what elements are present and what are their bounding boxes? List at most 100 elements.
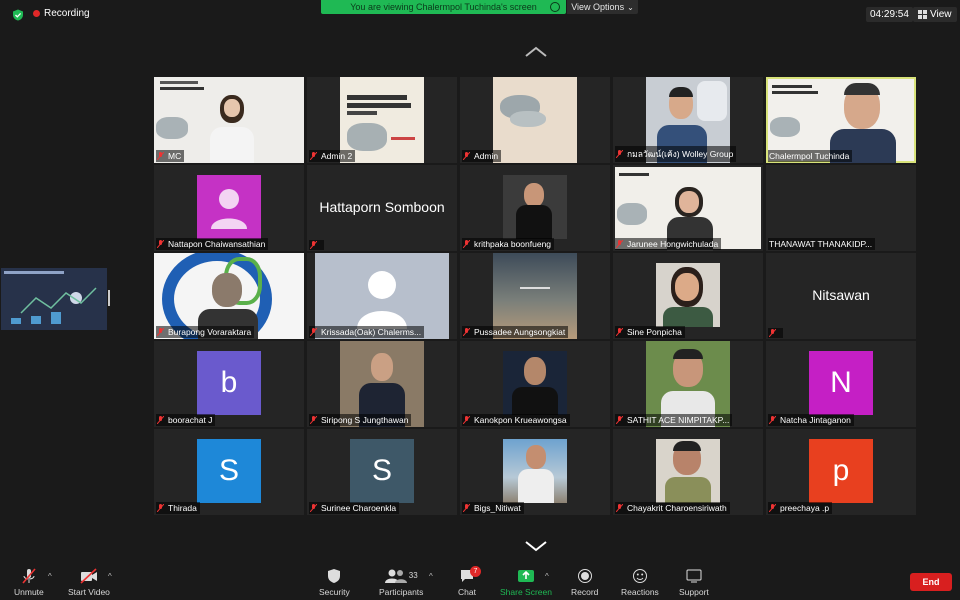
video-tile-active-speaker[interactable]: Chalermpol Tuchinda	[766, 77, 916, 163]
chevron-up-icon[interactable]	[524, 46, 548, 58]
initial-avatar: p	[809, 439, 873, 503]
participant-name-tag: กมลวัฒน์(เค้ง) Wolley Group	[615, 146, 737, 162]
participant-name-tag: Natcha Jintaganon	[768, 414, 854, 426]
mic-muted-icon	[769, 416, 776, 424]
mic-muted-icon	[310, 328, 317, 336]
profile-avatar	[197, 175, 261, 239]
end-meeting-button[interactable]: End	[910, 573, 952, 591]
video-tile[interactable]: Burapong Voraraktara	[154, 253, 304, 339]
participant-display-name: Hattaporn Somboon	[319, 199, 445, 215]
participants-count: 33	[408, 571, 418, 580]
support-button[interactable]: Support	[679, 564, 709, 597]
participant-name-tag: SATHIT ACE NIMPITAKP...	[615, 414, 733, 426]
participant-display-name: Nitsawan	[812, 287, 870, 303]
video-tile[interactable]: Nitsawan	[766, 253, 916, 339]
mic-muted-icon	[616, 504, 623, 512]
record-button[interactable]: Record	[571, 564, 598, 597]
mic-muted-icon	[22, 568, 36, 584]
mic-muted-icon	[463, 504, 470, 512]
mic-muted-icon	[769, 504, 776, 512]
video-tile[interactable]: Krissada(Oak) Chalerms...	[307, 253, 457, 339]
mic-muted-icon	[769, 329, 776, 337]
start-video-button[interactable]: Start Video	[68, 564, 110, 597]
video-tile[interactable]: Admin 2	[307, 77, 457, 163]
video-options-caret-icon[interactable]: ^	[108, 572, 112, 581]
support-screen-icon	[686, 569, 702, 583]
video-tile[interactable]: Jarunee Hongwichulada	[613, 165, 763, 251]
emoji-icon	[632, 569, 647, 583]
mic-muted-icon	[310, 504, 317, 512]
chevron-down-icon[interactable]	[524, 540, 548, 552]
share-screen-icon	[517, 570, 534, 582]
mic-muted-icon	[463, 416, 470, 424]
support-label: Support	[679, 587, 709, 597]
view-options-label: View Options	[571, 2, 625, 12]
video-tile[interactable]: SATHIT ACE NIMPITAKP...	[613, 341, 763, 427]
initial-avatar: N	[809, 351, 873, 415]
record-dot-icon	[33, 10, 40, 17]
mic-muted-icon	[310, 152, 317, 160]
participant-name-tag: Jarunee Hongwichulada	[615, 238, 722, 250]
participants-button[interactable]: 33 Participants	[379, 564, 423, 597]
chat-label: Chat	[458, 587, 476, 597]
participant-name-tag	[309, 240, 324, 250]
participant-name-tag: Chalermpol Tuchinda	[768, 150, 853, 162]
mic-muted-icon	[616, 150, 623, 158]
shared-screen-thumbnail[interactable]	[1, 268, 107, 330]
video-tile[interactable]: MC	[154, 77, 304, 163]
video-tile[interactable]: b boorachat J	[154, 341, 304, 427]
video-tile[interactable]: S Thirada	[154, 429, 304, 515]
participant-name-tag: Sine Ponpicha	[615, 326, 685, 338]
video-tile[interactable]: S Surinee Charoenkla	[307, 429, 457, 515]
initial-avatar: S	[197, 439, 261, 503]
mic-muted-icon	[616, 240, 623, 248]
shield-icon	[13, 9, 23, 21]
participant-name-tag: Nattapon Chaiwansathian	[156, 238, 269, 250]
video-tile[interactable]: Bigs_Nitiwat	[460, 429, 610, 515]
initial-avatar: S	[350, 439, 414, 503]
participant-name-tag: krithpaka boonfueng	[462, 238, 555, 250]
grid-icon	[918, 10, 927, 19]
video-tile[interactable]: Admin	[460, 77, 610, 163]
mic-muted-icon	[616, 416, 623, 424]
video-tile[interactable]: Hattaporn Somboon	[307, 165, 457, 251]
meeting-timer: 04:29:54	[866, 7, 913, 22]
video-tile[interactable]: Chayakrit Charoensiriwath	[613, 429, 763, 515]
video-tile[interactable]: p preechaya .p	[766, 429, 916, 515]
banner-text: You are viewing Chalermpol Tuchinda's sc…	[350, 2, 537, 12]
participant-name-tag: Pussadee Aungsongkiat	[462, 326, 569, 338]
video-tile[interactable]: Pussadee Aungsongkiat	[460, 253, 610, 339]
security-label: Security	[319, 587, 350, 597]
video-tile[interactable]: krithpaka boonfueng	[460, 165, 610, 251]
video-tile[interactable]: กมลวัฒน์(เค้ง) Wolley Group	[613, 77, 763, 163]
video-tile[interactable]: Siripong S Jungthawan	[307, 341, 457, 427]
video-off-icon	[80, 568, 97, 584]
video-tile[interactable]: N Natcha Jintaganon	[766, 341, 916, 427]
unmute-button[interactable]: Unmute	[14, 564, 44, 597]
mic-muted-icon	[616, 328, 623, 336]
view-button[interactable]: View	[913, 7, 957, 22]
video-tile[interactable]: Kanokpon Krueawongsa	[460, 341, 610, 427]
participant-name-tag: preechaya .p	[768, 502, 833, 514]
video-tile[interactable]: THANAWAT THANAKIDP...	[766, 165, 916, 251]
participants-options-caret-icon[interactable]: ^	[429, 572, 433, 581]
reactions-button[interactable]: Reactions	[621, 564, 659, 597]
share-options-caret-icon[interactable]: ^	[545, 572, 549, 581]
recording-indicator[interactable]: Recording	[33, 8, 90, 19]
view-options-button[interactable]: View Options ⌄	[567, 0, 638, 14]
banner-status-icon	[550, 2, 560, 12]
screen-share-banner: You are viewing Chalermpol Tuchinda's sc…	[321, 0, 566, 14]
participant-name-tag	[768, 328, 783, 338]
video-tile[interactable]: Sine Ponpicha	[613, 253, 763, 339]
audio-options-caret-icon[interactable]: ^	[48, 572, 52, 581]
participants-label: Participants	[379, 587, 424, 597]
slide-preview-graphic	[1, 268, 107, 330]
security-button[interactable]: Security	[319, 564, 350, 597]
video-tile[interactable]: Nattapon Chaiwansathian	[154, 165, 304, 251]
panel-resize-handle[interactable]	[108, 290, 110, 306]
mic-muted-icon	[463, 152, 470, 160]
participant-name-tag: Thirada	[156, 502, 200, 514]
chevron-down-icon: ⌄	[627, 2, 634, 12]
participant-name-tag: Siripong S Jungthawan	[309, 414, 412, 426]
default-profile-silhouette-icon	[357, 271, 407, 329]
